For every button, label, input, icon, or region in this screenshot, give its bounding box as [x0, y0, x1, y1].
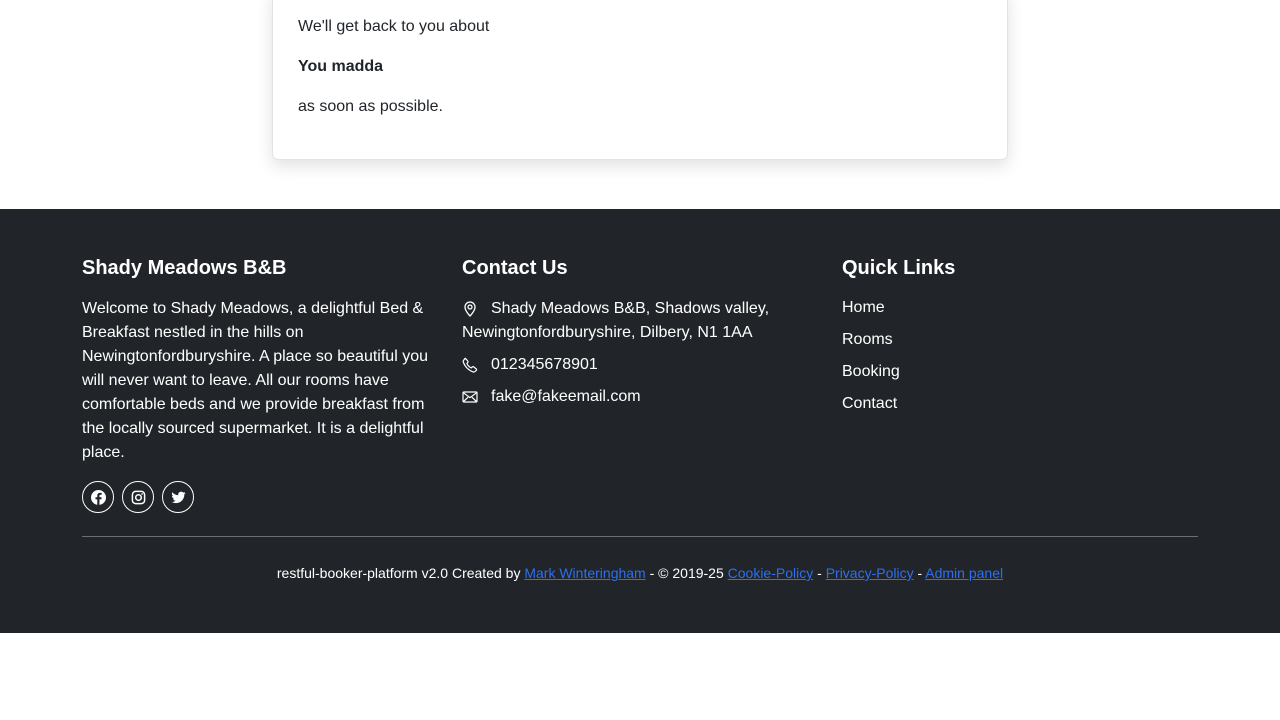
footer-credits: restful-booker-platform v2.0 Created by …: [0, 565, 1280, 581]
confirmation-line-3: as soon as possible.: [298, 98, 443, 115]
confirmation-subject: You madda: [298, 58, 384, 75]
confirmation-line-1: We'll get back to you about: [298, 18, 490, 35]
instagram-icon[interactable]: [122, 481, 154, 513]
map-pin-icon: [464, 301, 476, 317]
twitter-icon[interactable]: [162, 481, 194, 513]
site-footer: Shady Meadows B&B Welcome to Shady Meado…: [0, 209, 1280, 633]
quick-link-rooms[interactable]: Rooms: [842, 331, 893, 349]
footer-contact-title: Contact Us: [462, 257, 568, 279]
contact-address-text: Shady Meadows B&B, Shadows valley, Newin…: [462, 300, 770, 341]
footer-about-text: Welcome to Shady Meadows, a delightful B…: [82, 300, 428, 461]
envelope-icon: [462, 391, 478, 403]
phone-icon: [462, 357, 478, 373]
contact-address: Shady Meadows B&B, Shadows valley, Newin…: [462, 297, 802, 345]
social-links: [82, 481, 194, 513]
quick-link-booking[interactable]: Booking: [842, 363, 900, 381]
contact-email: fake@fakeemail.com: [462, 385, 802, 409]
contact-phone-text: 012345678901: [491, 356, 598, 373]
footer-divider: [82, 536, 1198, 537]
credits-prefix: restful-booker-platform v2.0 Created by: [276, 565, 525, 581]
contact-email-text: fake@fakeemail.com: [491, 388, 641, 405]
credits-separator: -: [813, 565, 826, 581]
quick-link-home[interactable]: Home: [842, 299, 885, 317]
credits-separator: -: [913, 565, 926, 581]
author-link[interactable]: Mark Winteringham: [524, 565, 645, 581]
cookie-policy-link[interactable]: Cookie-Policy: [728, 565, 814, 581]
footer-about-title: Shady Meadows B&B: [82, 257, 287, 279]
admin-panel-link[interactable]: Admin panel: [925, 565, 1003, 581]
quick-link-contact[interactable]: Contact: [842, 395, 897, 413]
privacy-policy-link[interactable]: Privacy-Policy: [826, 565, 914, 581]
footer-quick-links-title: Quick Links: [842, 257, 956, 279]
booking-confirmation-card: We'll get back to you about You madda as…: [272, 0, 1008, 160]
contact-phone: 012345678901: [462, 353, 802, 377]
copyright-text: - © 2019-25: [645, 565, 728, 581]
facebook-icon[interactable]: [82, 481, 114, 513]
